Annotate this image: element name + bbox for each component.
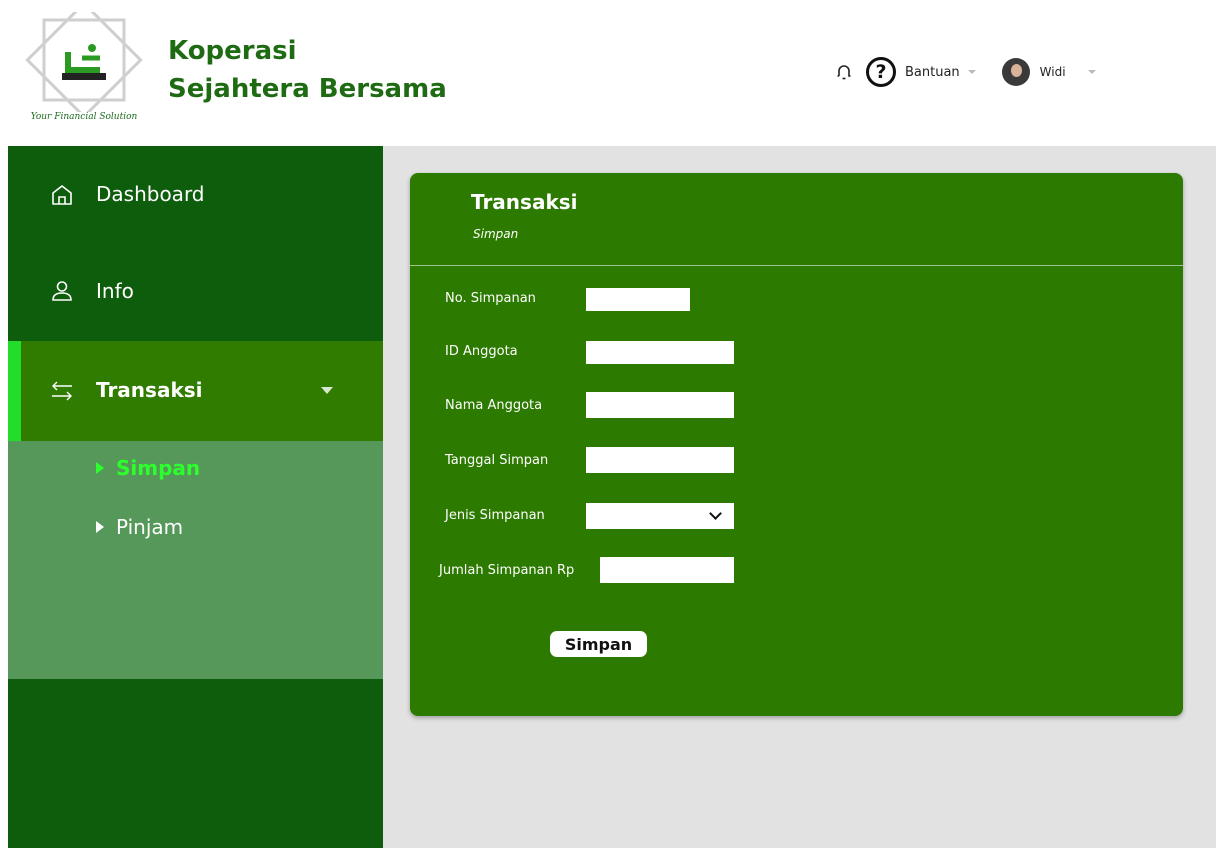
bell-icon[interactable] (830, 58, 858, 86)
card-subtitle: Simpan (473, 227, 519, 241)
transaksi-submenu: Simpan Pinjam (8, 441, 383, 679)
sidebar-item-label: Transaksi (96, 378, 203, 402)
jumlah-simpanan-label: Jumlah Simpanan Rp (439, 563, 575, 578)
chevron-down-icon[interactable] (321, 387, 333, 394)
logo-tagline: Your Financial Solution (30, 112, 138, 122)
chevron-down-icon[interactable] (967, 70, 976, 74)
submenu-item-label: Simpan (116, 456, 201, 480)
avatar[interactable] (1001, 58, 1030, 86)
brand-name: Koperasi Sejahtera Bersama (168, 32, 447, 108)
active-indicator (8, 341, 21, 441)
jenis-simpanan-select[interactable] (586, 503, 734, 529)
sidebar-item-label: Dashboard (96, 182, 205, 206)
home-icon (52, 185, 72, 205)
help-icon[interactable]: ? (866, 57, 896, 87)
nama-anggota-label: Nama Anggota (445, 398, 543, 413)
sidebar-item-info[interactable]: Info (8, 244, 383, 341)
caret-right-icon (96, 521, 104, 533)
transaction-form-card: Transaksi Simpan No. Simpanan ID Anggota… (410, 173, 1183, 716)
chevron-down-icon (709, 507, 722, 520)
simpan-button[interactable]: Simpan (550, 631, 647, 657)
sidebar-item-label: Info (96, 279, 134, 303)
id-anggota-label: ID Anggota (445, 344, 518, 359)
header-actions: ? Bantuan Widi (830, 54, 1096, 90)
card-title: Transaksi (471, 190, 578, 214)
divider (410, 265, 1183, 266)
jenis-simpanan-label: Jenis Simpanan (445, 508, 545, 523)
id-anggota-input[interactable] (586, 341, 734, 364)
sidebar-item-transaksi[interactable]: Transaksi (8, 341, 383, 441)
submenu-item-label: Pinjam (116, 515, 184, 539)
caret-right-icon (96, 462, 104, 474)
sidebar-item-dashboard[interactable]: Dashboard (8, 146, 383, 244)
user-icon (52, 281, 72, 301)
nama-anggota-input[interactable] (586, 392, 734, 418)
brand-line-2: Sejahtera Bersama (168, 74, 447, 104)
user-menu-label[interactable]: Widi (1040, 65, 1066, 79)
transfer-arrows-icon (52, 381, 72, 401)
no-simpanan-label: No. Simpanan (445, 291, 536, 306)
tanggal-simpan-label: Tanggal Simpan (445, 453, 549, 468)
submenu-item-pinjam[interactable]: Pinjam (96, 515, 183, 539)
tanggal-simpan-input[interactable] (586, 447, 734, 473)
chevron-down-icon[interactable] (1087, 70, 1096, 74)
jumlah-simpanan-input[interactable] (600, 557, 734, 583)
koperasi-logo[interactable]: Your Financial Solution (22, 1, 146, 132)
app-header: Your Financial Solution Koperasi Sejahte… (0, 0, 1216, 146)
submenu-item-simpan[interactable]: Simpan (96, 456, 200, 480)
no-simpanan-input[interactable] (586, 288, 690, 311)
help-menu-label[interactable]: Bantuan (905, 65, 960, 80)
sidebar: Dashboard Info Transaksi Simpan Pinjam (8, 146, 383, 848)
brand-line-1: Koperasi (168, 36, 297, 66)
